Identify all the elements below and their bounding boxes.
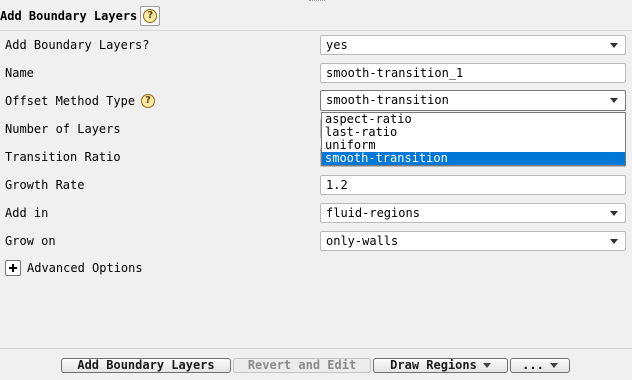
panel-grip xyxy=(309,0,325,4)
question-circle-icon: ? xyxy=(143,9,158,23)
question-circle-icon[interactable]: ? xyxy=(141,94,156,108)
growth-rate-value: 1.2 xyxy=(326,178,348,192)
offset-method-label: Offset Method Type ? xyxy=(5,92,156,110)
offset-method-value: smooth-transition xyxy=(326,93,449,107)
chevron-down-icon xyxy=(610,43,618,48)
name-input[interactable]: smooth-transition_1 xyxy=(320,63,626,83)
name-value: smooth-transition_1 xyxy=(326,66,464,80)
transition-ratio-label: Transition Ratio xyxy=(5,150,121,164)
grow-on-value: only-walls xyxy=(326,234,399,248)
add-bl-label: Add Boundary Layers? xyxy=(5,38,150,52)
grow-on-select[interactable]: only-walls xyxy=(320,231,626,251)
add-in-select[interactable]: fluid-regions xyxy=(320,203,626,223)
draw-regions-label: Draw Regions xyxy=(390,358,477,372)
name-label: Name xyxy=(5,66,34,80)
more-options-label: ... xyxy=(522,358,544,372)
grow-on-label: Grow on xyxy=(5,234,56,248)
offset-method-dropdown[interactable]: aspect-ratio last-ratio uniform smooth-t… xyxy=(321,112,626,166)
chevron-down-icon xyxy=(610,239,618,244)
growth-rate-label: Growth Rate xyxy=(5,178,85,192)
offset-method-label-text: Offset Method Type xyxy=(5,94,136,108)
panel-header: Add Boundary Layers ? xyxy=(0,6,161,26)
add-bl-select[interactable]: yes xyxy=(320,35,626,55)
header-divider xyxy=(0,30,632,31)
chevron-down-icon xyxy=(610,98,618,103)
chevron-down-icon xyxy=(549,363,558,368)
num-layers-label: Number of Layers xyxy=(5,122,121,136)
dropdown-option-smooth-transition[interactable]: smooth-transition xyxy=(322,152,625,165)
chevron-down-icon xyxy=(482,363,491,368)
add-bl-value: yes xyxy=(326,38,348,52)
growth-rate-input[interactable]: 1.2 xyxy=(320,175,626,195)
add-in-value: fluid-regions xyxy=(326,206,420,220)
more-options-button[interactable]: ... xyxy=(510,358,570,373)
advanced-options-toggle[interactable]: Advanced Options xyxy=(5,260,143,276)
advanced-options-label: Advanced Options xyxy=(27,261,143,275)
panel-title: Add Boundary Layers xyxy=(0,9,138,23)
draw-regions-button[interactable]: Draw Regions xyxy=(373,358,508,373)
add-in-label: Add in xyxy=(5,206,49,220)
footer-divider xyxy=(0,348,632,349)
add-boundary-layers-button[interactable]: Add Boundary Layers xyxy=(61,358,231,373)
revert-and-edit-button[interactable]: Revert and Edit xyxy=(233,358,371,373)
expand-plus-icon[interactable] xyxy=(5,260,21,276)
offset-method-select[interactable]: smooth-transition xyxy=(320,90,626,111)
chevron-down-icon xyxy=(610,211,618,216)
panel-help-button[interactable]: ? xyxy=(140,6,161,26)
